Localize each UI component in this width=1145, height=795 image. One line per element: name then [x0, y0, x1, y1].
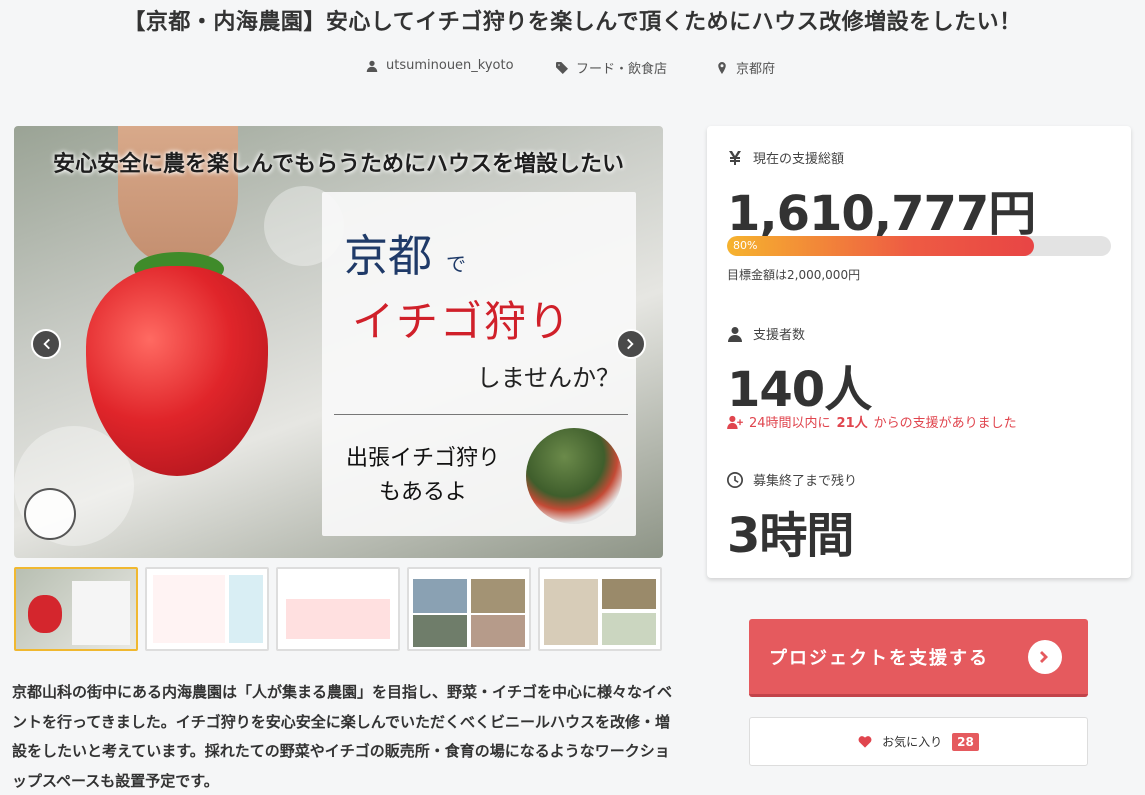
thumbnail-4[interactable] — [407, 567, 531, 651]
thumbnail-3[interactable] — [276, 567, 400, 651]
thumbnail-2[interactable] — [145, 567, 269, 651]
thumbnail-image — [413, 579, 467, 613]
support-project-button[interactable]: プロジェクトを支援する — [749, 619, 1088, 697]
chevron-right-icon — [627, 338, 634, 350]
amount-value: 1,610,777円 — [727, 186, 1036, 242]
user-icon — [366, 60, 378, 72]
hero-line-1-suffix: で — [446, 252, 466, 276]
thumbnail-image — [471, 615, 525, 647]
yen-icon — [729, 150, 741, 165]
progress-fill — [727, 236, 1035, 256]
tag-icon — [556, 61, 568, 74]
prev-slide-button[interactable] — [31, 329, 61, 359]
thumbnail-image — [602, 579, 656, 609]
recent-count: 21人 — [836, 416, 868, 431]
hero-line-2: イチゴ狩り — [352, 297, 573, 346]
thumbnail-image — [471, 579, 525, 613]
thumbnail-image — [602, 613, 656, 645]
thumbnail-card — [72, 581, 130, 645]
hero-line-4: 出張イチゴ狩り もあるよ — [338, 442, 508, 510]
hero-line-1-main: 京都 — [344, 231, 432, 282]
thumbnail-strip — [14, 567, 663, 651]
hero-line-4a: 出張イチゴ狩り — [345, 446, 500, 471]
supporters-value: 140人 — [727, 362, 872, 418]
favorite-count-badge: 28 — [952, 732, 979, 751]
chevron-circle-icon — [1028, 640, 1062, 674]
favorite-label: お気に入り — [882, 735, 943, 749]
supporters-label-text: 支援者数 — [753, 328, 806, 343]
support-button-label: プロジェクトを支援する — [769, 647, 989, 669]
project-meta: utsuminouen_kyoto フード・飲食店 京都府 — [0, 58, 1145, 77]
thumbnail-strawberry — [28, 595, 62, 633]
hero-line-3: しませんか？ — [476, 364, 620, 392]
location-name: 京都府 — [736, 62, 776, 77]
hero-divider — [334, 414, 628, 415]
clock-icon — [727, 471, 743, 488]
recent-prefix: 24時間以内に — [749, 416, 831, 431]
farm-logo — [24, 488, 76, 540]
funding-progress-bar: 80% — [727, 236, 1111, 256]
project-description: 京都山科の街中にある内海農園は「人が集まる農園」を目指し、野菜・イチゴを中心に様… — [12, 683, 673, 790]
thumbnail-image — [544, 579, 598, 645]
amount-label-text: 現在の支援総額 — [753, 152, 845, 167]
chevron-left-icon — [43, 338, 50, 350]
location-link[interactable]: 京都府 — [716, 58, 775, 77]
person-icon — [728, 326, 742, 342]
thumbnail-image — [286, 599, 390, 639]
recent-suffix: からの支援がありました — [873, 416, 1017, 431]
amount-label: 現在の支援総額 — [727, 148, 844, 167]
category-link[interactable]: フード・飲食店 — [556, 58, 667, 77]
thumbnail-image — [229, 575, 263, 643]
recent-supporters-notice: 24時間以内に 21人 からの支援がありました — [727, 412, 1017, 431]
goal-amount: 目標金額は2,000,000円 — [727, 268, 861, 282]
project-title: 【京都・内海農園】安心してイチゴ狩りを楽しんで頂くためにハウス改修増設をしたい！ — [123, 10, 1022, 35]
supporters-label: 支援者数 — [727, 324, 805, 343]
next-slide-button[interactable] — [616, 329, 646, 359]
favorite-button[interactable]: お気に入り 28 — [749, 717, 1088, 766]
thumbnail-5[interactable] — [538, 567, 662, 651]
owner-link[interactable]: utsuminouen_kyoto — [366, 58, 514, 73]
hero-banner-text: 安心安全に農を楽しんでもらうためにハウスを増設したい — [53, 152, 624, 177]
chevron-right-icon — [1040, 651, 1048, 663]
heart-icon — [858, 736, 872, 748]
category-name: フード・飲食店 — [576, 62, 668, 77]
thumbnail-image — [413, 615, 467, 647]
stats-panel: 現在の支援総額 1,610,777円 80% 目標金額は2,000,000円 支… — [707, 126, 1131, 578]
hero-line-1: 京都 で — [344, 220, 466, 284]
remaining-label: 募集終了まで残り — [727, 470, 857, 489]
map-pin-icon — [718, 61, 726, 74]
user-plus-icon — [727, 415, 743, 429]
remaining-value: 3時間 — [727, 508, 854, 564]
thumbnail-image — [153, 575, 225, 643]
remaining-label-text: 募集終了まで残り — [753, 474, 858, 489]
thumbnail-1[interactable] — [14, 567, 138, 651]
hero-inset-photo — [526, 428, 622, 524]
hero-image: 安心安全に農を楽しんでもらうためにハウスを増設したい 京都 で イチゴ狩り しま… — [14, 126, 663, 558]
hero-card: 京都 で イチゴ狩り しませんか？ 出張イチゴ狩り もあるよ — [322, 192, 636, 536]
owner-name: utsuminouen_kyoto — [386, 58, 514, 73]
progress-percent: 80% — [733, 239, 758, 252]
hero-line-4b: もあるよ — [378, 480, 467, 505]
